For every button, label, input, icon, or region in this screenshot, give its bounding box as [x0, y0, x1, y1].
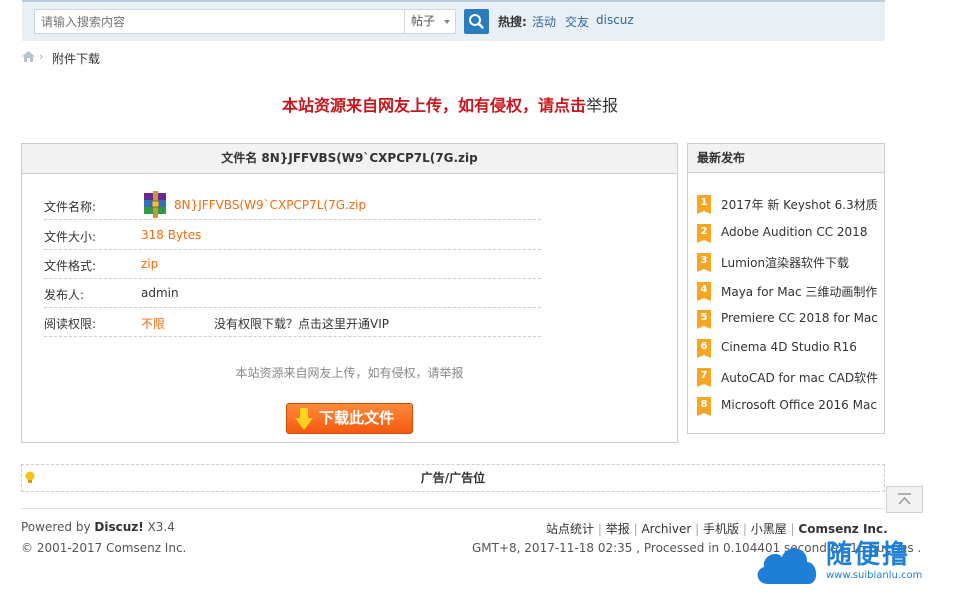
file-name-label: 文件名称:	[44, 200, 97, 214]
list-item[interactable]: 6 Cinema 4D Studio R16	[697, 339, 882, 358]
list-item-title: AutoCAD for mac CAD软件	[721, 371, 879, 385]
rank-badge: 2	[697, 224, 711, 243]
search-icon	[469, 14, 484, 29]
archive-icon	[144, 191, 166, 218]
watermark-text: 随便撸	[826, 540, 911, 570]
file-format-label: 文件格式:	[44, 259, 97, 273]
download-arrow-icon	[295, 408, 313, 430]
notice-text: 本站资源来自网友上传，如有侵权，请点击	[281, 96, 586, 115]
footer-separator: |	[597, 522, 602, 536]
breadcrumb-current: 附件下载	[52, 52, 101, 66]
footer-link-archiver[interactable]: Archiver	[641, 522, 691, 536]
watermark-url: www.suibianlu.com	[826, 570, 923, 581]
permission-value: 不限	[141, 317, 166, 331]
list-item-title: Cinema 4D Studio R16	[721, 340, 857, 354]
powered-version: X3.4	[143, 520, 175, 534]
publisher-row: 发布人: admin	[44, 279, 541, 308]
file-panel-title: 文件名 8N}JFFVBS(W9`CXPCP7L(7G.zip	[22, 144, 677, 174]
footer-separator: |	[742, 522, 747, 536]
cloud-logo-icon	[757, 548, 817, 584]
list-item-title: Adobe Audition CC 2018	[721, 225, 868, 239]
footer-link-report[interactable]: 举报	[606, 522, 630, 536]
hot-item-dating[interactable]: 交友	[565, 13, 589, 30]
file-format-row: 文件格式: zip	[44, 250, 541, 279]
list-item[interactable]: 4 Maya for Mac 三维动画制作	[697, 282, 882, 301]
footer-separator: |	[695, 522, 700, 536]
home-icon[interactable]	[22, 51, 35, 65]
report-link[interactable]: 举报	[586, 96, 618, 115]
powered-by: Powered by Discuz! X3.4	[21, 520, 175, 534]
rank-badge: 4	[697, 282, 711, 301]
breadcrumb-separator-icon: ›	[39, 50, 44, 63]
list-item-title: Lumion渲染器软件下载	[721, 256, 850, 270]
footer-link-stats[interactable]: 站点统计	[546, 522, 594, 536]
chevron-down-icon	[444, 20, 450, 24]
latest-posts-panel: 最新发布 1 2017年 新 Keyshot 6.3材质 2 Adobe Audit…	[687, 143, 885, 434]
rank-badge: 7	[697, 368, 711, 387]
footer-divider	[21, 508, 885, 509]
rank-badge: 1	[697, 195, 711, 214]
hot-item-discuz[interactable]: discuz	[596, 13, 634, 27]
permission-row: 阅读权限: 不限 没有权限下载？点击这里开通VIP	[44, 308, 541, 337]
search-box: 帖子	[34, 9, 456, 34]
list-item[interactable]: 1 2017年 新 Keyshot 6.3材质	[697, 195, 882, 214]
list-item[interactable]: 7 AutoCAD for mac CAD软件	[697, 368, 882, 387]
footer-link-blacklist[interactable]: 小黑屋	[751, 522, 787, 536]
search-type-select[interactable]: 帖子	[404, 10, 456, 33]
arrow-up-icon	[898, 493, 911, 505]
file-size-label: 文件大小:	[44, 230, 97, 244]
permission-label: 阅读权限:	[44, 317, 97, 331]
list-item-title: Maya for Mac 三维动画制作	[721, 285, 878, 299]
list-item[interactable]: 8 Microsoft Office 2016 Mac	[697, 397, 882, 416]
search-button[interactable]	[464, 9, 489, 34]
vip-link[interactable]: 没有权限下载？点击这里开通VIP	[214, 315, 389, 332]
powered-brand[interactable]: Discuz!	[94, 520, 143, 534]
back-to-top-button[interactable]	[886, 486, 923, 513]
footer-separator: |	[790, 522, 795, 536]
list-item[interactable]: 2 Adobe Audition CC 2018	[697, 224, 882, 243]
disclaimer-text: 本站资源来自网友上传，如有侵权，请举报	[235, 366, 464, 380]
file-format-value: zip	[141, 257, 159, 271]
list-item-title: 2017年 新 Keyshot 6.3材质	[721, 198, 878, 212]
rank-badge: 3	[697, 253, 711, 272]
file-size-row: 文件大小: 318 Bytes	[44, 221, 541, 250]
rank-badge: 5	[697, 310, 711, 329]
list-item-title: Microsoft Office 2016 Mac	[721, 398, 877, 412]
file-name-link[interactable]: 8N}JFFVBS(W9`CXPCP7L(7G.zip	[174, 198, 366, 212]
download-label: 下载此文件	[319, 409, 395, 427]
powered-prefix: Powered by	[21, 520, 95, 534]
download-button[interactable]: 下载此文件	[286, 403, 413, 434]
file-size-value: 318 Bytes	[141, 228, 202, 242]
list-item[interactable]: 5 Premiere CC 2018 for Mac	[697, 310, 882, 329]
hot-search-label: 热搜:	[498, 15, 527, 29]
footer-link-mobile[interactable]: 手机版	[703, 522, 739, 536]
ad-label: 广告/广告位	[420, 471, 486, 485]
rank-badge: 6	[697, 339, 711, 358]
copyright: © 2001-2017 Comsenz Inc.	[21, 541, 187, 555]
publisher-label: 发布人:	[44, 288, 85, 302]
latest-posts-title: 最新发布	[688, 144, 884, 173]
rank-badge: 8	[697, 397, 711, 416]
list-item[interactable]: 3 Lumion渲染器软件下载	[697, 253, 882, 272]
ad-slot: 广告/广告位	[21, 464, 885, 492]
footer-separator: |	[633, 522, 638, 536]
hot-item-activity[interactable]: 活动	[532, 13, 556, 30]
file-name-row: 文件名称: 8N}JFFVBS(W9`CXPCP7L(7G.zip	[44, 191, 541, 220]
list-item-title: Premiere CC 2018 for Mac	[721, 311, 878, 325]
lightbulb-icon	[25, 471, 35, 483]
publisher-value: admin	[141, 286, 179, 300]
search-input[interactable]	[35, 10, 415, 33]
search-type-label: 帖子	[411, 14, 436, 28]
notice-banner: 本站资源来自网友上传，如有侵权，请点击举报	[0, 92, 900, 116]
file-panel: 文件名 8N}JFFVBS(W9`CXPCP7L(7G.zip 文件名称: 8N…	[21, 143, 678, 443]
